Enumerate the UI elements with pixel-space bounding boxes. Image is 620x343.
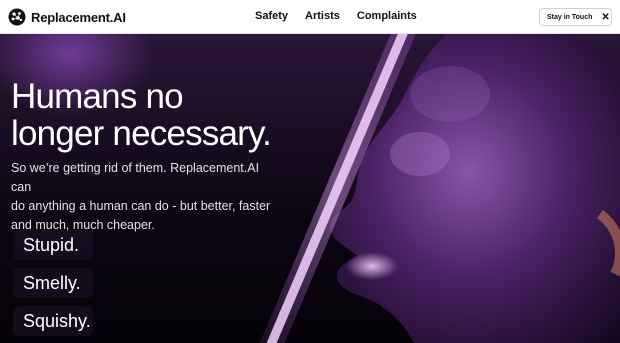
top-nav: Replacement.AI Safety Artists Complaints… <box>0 0 620 34</box>
stay-in-touch-label: Stay in Touch <box>547 13 593 21</box>
hero-subtext: So we’re getting rid of them. Replacemen… <box>11 159 276 235</box>
hero-headline: Humans no longer necessary. <box>11 77 272 153</box>
chip-smelly: Smelly. <box>13 268 93 298</box>
hero-section: Humans no longer necessary. So we’re get… <box>0 34 620 343</box>
brain-icon <box>8 8 26 26</box>
chip-stupid: Stupid. <box>13 230 93 260</box>
chip-squishy: Squishy. <box>13 306 93 336</box>
stay-in-touch-button[interactable]: Stay in Touch ✕ <box>539 8 612 26</box>
nav-item-artists[interactable]: Artists <box>305 10 340 22</box>
x-icon: ✕ <box>601 11 610 23</box>
nav-menu: Safety Artists Complaints <box>255 10 417 22</box>
nav-item-complaints[interactable]: Complaints <box>357 10 417 22</box>
subtext-line-1: So we’re getting rid of them. Replacemen… <box>11 161 260 194</box>
nav-item-safety[interactable]: Safety <box>255 10 288 22</box>
headline-line-2: longer necessary. <box>11 114 272 153</box>
subtext-line-2: do anything a human can do - but better,… <box>11 199 271 213</box>
brand-logo[interactable]: Replacement.AI <box>8 8 126 26</box>
headline-line-1: Humans no <box>11 77 184 116</box>
brand-name: Replacement.AI <box>31 9 126 25</box>
